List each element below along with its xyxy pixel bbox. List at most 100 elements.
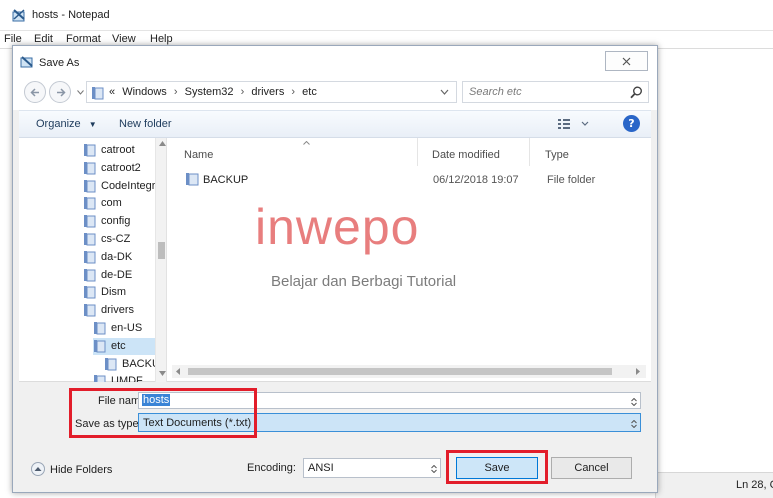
breadcrumb-windows[interactable]: Windows [122,86,167,98]
tree-item-codeintegr[interactable]: CodeIntegr [83,178,155,195]
save-type-value: Text Documents (*.txt) [143,417,252,429]
column-header-date[interactable]: Date modified [418,138,530,166]
file-type-cell: File folder [547,174,596,186]
scroll-thumb[interactable] [158,242,165,259]
tree-item-cs-cz[interactable]: cs-CZ [83,231,155,248]
notepad-icon [12,9,25,22]
back-button[interactable] [24,81,46,103]
breadcrumb: « Windows › System32 › drivers › etc [109,86,317,98]
tree-item-label: catroot2 [101,161,141,174]
navigation-pane: catroot catroot2 CodeIntegr com config cs-CZ d… [19,138,167,382]
tree-item-label: UMDF [111,375,143,382]
tree-item-da-dk[interactable]: da-DK [83,249,155,266]
encoding-value: ANSI [308,462,334,474]
folder-icon [84,144,96,157]
tree-item-umdf[interactable]: UMDF [93,373,155,382]
tree-item-label: etc [111,339,126,352]
cancel-button[interactable]: Cancel [551,457,632,479]
hide-folders-label: Hide Folders [50,464,113,476]
tree-item-dism[interactable]: Dism [83,284,155,301]
tree-item-com[interactable]: com [83,195,155,212]
file-name-input[interactable]: hosts [138,392,641,409]
breadcrumb-separator-icon: › [240,86,245,98]
tree-item-config[interactable]: config [83,213,155,230]
tree-item-de-de[interactable]: de-DE [83,267,155,284]
tree-scrollbar[interactable] [155,138,166,382]
tree-item-en-us[interactable]: en-US [93,320,155,337]
table-row[interactable]: BACKUP 06/12/2018 19:07 File folder [183,171,643,189]
dialog-title: Save As [39,57,80,69]
tree-item-drivers[interactable]: drivers [83,302,155,319]
folder-icon [84,286,96,299]
tree-item-label: config [101,215,131,228]
view-options-icon[interactable] [557,117,593,131]
breadcrumb-drivers[interactable]: drivers [251,86,284,98]
dropdown-arrow-icon: ▼ [88,120,97,129]
tree-item-label: Dism [101,286,127,299]
save-button[interactable]: Save [456,457,538,479]
notepad-icon [20,56,33,68]
menu-view[interactable]: View [112,33,136,45]
arrow-left-icon [30,88,39,97]
breadcrumb-separator-icon: › [173,86,178,98]
tree-item-catroot[interactable]: catroot [83,142,155,159]
close-button[interactable] [605,51,648,71]
scroll-down-icon[interactable] [159,371,166,376]
scroll-left-icon[interactable] [176,368,181,375]
chevron-up-icon [31,462,45,476]
column-header-type[interactable]: Type [530,138,651,166]
breadcrumb-etc[interactable]: etc [302,86,317,98]
watermark-tagline: Belajar dan Berbagi Tutorial [271,273,457,290]
breadcrumb-separator-icon: › [291,86,296,98]
tree-item-catroot2[interactable]: catroot2 [83,160,155,177]
tree-item-backuf[interactable]: BACKUF [104,356,166,373]
folder-icon [105,357,117,371]
recent-locations-chevron-icon[interactable] [77,90,84,95]
folder-icon [84,233,96,246]
column-header-name[interactable]: Name [168,138,418,166]
close-icon [622,57,631,66]
encoding-select[interactable]: ANSI [303,458,441,478]
folder-icon [84,215,96,228]
encoding-label: Encoding: [247,462,296,474]
file-name-cell: BACKUP [203,174,249,186]
menu-edit[interactable]: Edit [34,33,53,45]
scroll-thumb[interactable] [188,368,612,375]
organize-label: Organize [36,118,81,130]
folder-icon [84,304,96,317]
folder-icon [94,322,106,335]
folder-icon [84,161,96,175]
breadcrumb-overflow[interactable]: « [109,86,115,98]
chevron-down-icon[interactable] [440,88,449,96]
search-icon[interactable] [630,86,643,99]
dialog-titlebar: Save As [13,46,657,76]
search-box[interactable]: Search etc [462,81,649,103]
column-date-label: Date modified [432,149,500,161]
breadcrumb-system32[interactable]: System32 [185,86,234,98]
search-placeholder: Search etc [469,86,522,98]
tree-item-label: cs-CZ [101,233,131,245]
menu-help[interactable]: Help [150,33,173,45]
spin-arrows-icon [631,420,637,428]
scroll-up-icon[interactable] [159,141,166,146]
menu-format[interactable]: Format [66,33,101,45]
new-folder-button[interactable]: New folder [119,118,172,130]
help-icon[interactable]: ? [623,115,640,132]
scroll-right-icon[interactable] [635,368,640,375]
tree-item-etc[interactable]: etc [93,337,155,355]
menu-file[interactable]: File [4,33,22,45]
spin-arrows-icon[interactable] [631,398,637,406]
address-bar[interactable]: « Windows › System32 › drivers › etc [86,81,457,103]
folder-icon [84,250,96,264]
folder-icon [186,173,199,186]
save-as-dialog: Save As « Windows › System32 › drivers ›… [12,45,658,493]
address-row: « Windows › System32 › drivers › etc Sea… [13,76,657,110]
organize-button[interactable]: Organize ▼ [36,118,97,130]
horizontal-scrollbar[interactable] [172,365,646,378]
forward-button[interactable] [49,81,71,103]
tree-item-label: CodeIntegr [101,179,156,192]
save-type-select[interactable]: Text Documents (*.txt) [138,413,641,432]
column-type-label: Type [545,149,569,161]
sort-ascending-icon [303,141,310,145]
folder-icon [94,375,106,382]
